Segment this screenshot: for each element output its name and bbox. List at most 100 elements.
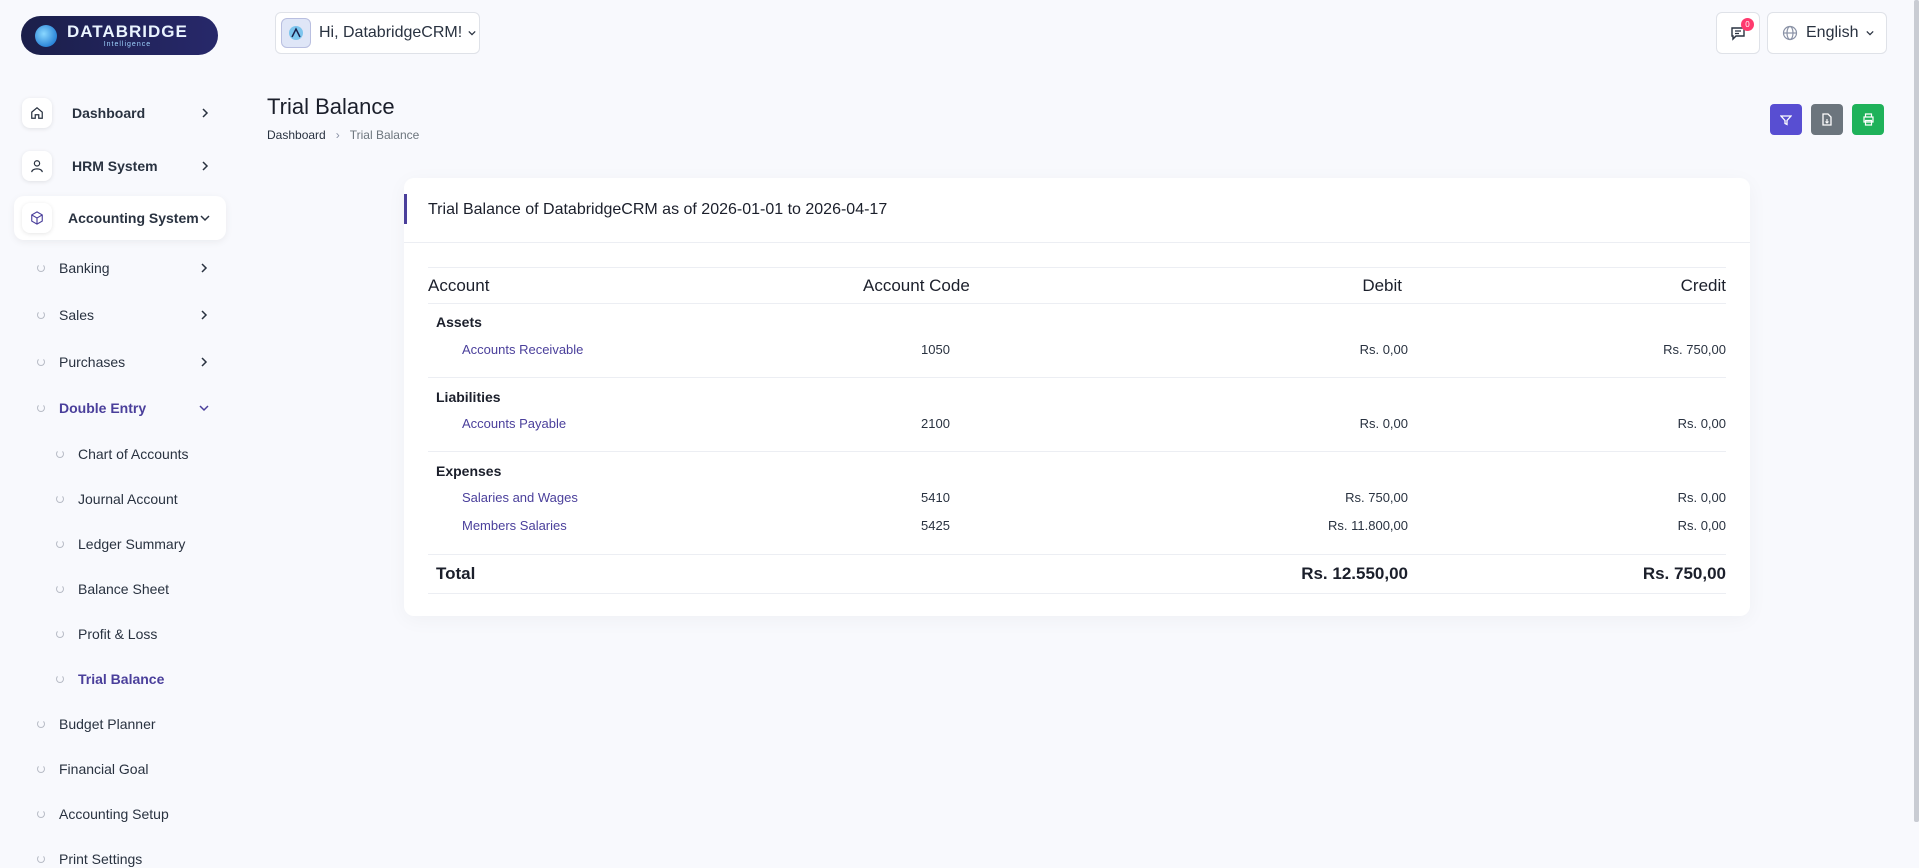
sidebar-item-label: Chart of Accounts [78,446,189,462]
sidebar-item-financial-goal[interactable]: Financial Goal [37,758,149,780]
sidebar-item-label: Budget Planner [59,716,156,732]
breadcrumb-separator-icon: › [335,128,340,142]
sidebar-item-label: Purchases [59,354,126,370]
sidebar-item-purchases[interactable]: Purchases [37,351,209,373]
group-title: Assets [436,314,482,330]
card-header: Trial Balance of DatabridgeCRM as of 202… [404,178,1750,243]
account-link[interactable]: Salaries and Wages [462,490,578,505]
debit-value: Rs. 750,00 [1345,490,1408,505]
chevron-right-icon [202,108,209,118]
debit-value: Rs. 0,00 [1359,342,1408,357]
bullet-icon [37,765,45,773]
debit-value: Rs. 0,00 [1359,416,1408,431]
sidebar-item-hrm[interactable]: HRM System [14,144,226,188]
sidebar-item-chart-of-accounts[interactable]: Chart of Accounts [56,443,189,465]
sidebar-item-double-entry[interactable]: Double Entry [37,397,209,419]
file-export-icon [1822,113,1832,126]
column-header-debit: Debit [1362,276,1402,295]
chevron-down-icon [468,30,476,36]
account-link[interactable]: Accounts Payable [462,416,566,431]
table-row: Accounts Receivable 1050 Rs. 0,00 Rs. 75… [428,342,1726,362]
sidebar-item-print-settings[interactable]: Print Settings [37,848,142,868]
bullet-icon [56,585,64,593]
sidebar-item-dashboard[interactable]: Dashboard [14,91,226,135]
bullet-icon [37,404,45,412]
sidebar-item-sales[interactable]: Sales [37,304,209,326]
sidebar-item-label: HRM System [72,158,158,174]
logo-subtitle: Intelligence [103,40,152,48]
sidebar-item-accounting[interactable]: Accounting System [14,196,226,240]
sidebar-item-accounting-setup[interactable]: Accounting Setup [37,803,169,825]
account-group-liabilities: Liabilities Accounts Payable 2100 Rs. 0,… [428,378,1726,452]
sidebar-item-label: Accounting Setup [59,806,169,822]
debit-value: Rs. 11.800,00 [1328,518,1408,533]
bullet-icon [56,630,64,638]
group-title: Liabilities [436,389,501,405]
chevron-down-icon [200,215,210,222]
sidebar-item-label: Financial Goal [59,761,149,777]
filter-button[interactable] [1770,104,1802,135]
sidebar-item-trial-balance[interactable]: Trial Balance [56,668,164,690]
account-group-expenses: Expenses Salaries and Wages 5410 Rs. 750… [428,452,1726,555]
user-menu-button[interactable]: Hi, DatabridgeCRM! [275,12,480,54]
sidebar-item-label: Banking [59,260,110,276]
account-link[interactable]: Members Salaries [462,518,567,533]
bullet-icon [56,675,64,683]
sidebar-item-budget-planner[interactable]: Budget Planner [37,713,156,735]
sidebar-item-label: Trial Balance [78,671,165,687]
bullet-icon [56,450,64,458]
group-title: Expenses [436,463,502,479]
sidebar-item-label: Double Entry [59,400,147,416]
credit-value: Rs. 0,00 [1677,490,1726,505]
bullet-icon [37,311,45,319]
breadcrumb: Dashboard › Trial Balance [267,128,419,142]
account-code: 2100 [921,416,950,431]
chevron-right-icon [201,263,208,273]
table-row: Accounts Payable 2100 Rs. 0,00 Rs. 0,00 [428,416,1726,436]
column-header-account: Account [428,276,490,295]
user-greeting: Hi, DatabridgeCRM! [319,24,463,41]
sidebar-item-journal-account[interactable]: Journal Account [56,488,178,510]
sidebar-item-label: Ledger Summary [78,536,186,552]
avatar [281,18,311,48]
table-row: Members Salaries 5425 Rs. 11.800,00 Rs. … [428,518,1726,538]
export-button[interactable] [1811,104,1843,135]
brand-logo[interactable]: DATABRIDGE Intelligence [21,16,218,55]
sidebar-item-label: Dashboard [72,105,146,121]
sidebar-item-profit-loss[interactable]: Profit & Loss [56,623,157,645]
account-group-assets: Assets Accounts Receivable 1050 Rs. 0,00… [428,304,1726,378]
sidebar-item-balance-sheet[interactable]: Balance Sheet [56,578,169,600]
sidebar-item-label: Accounting System [68,210,199,226]
total-debit: Rs. 12.550,00 [1301,564,1408,583]
sidebar-item-label: Journal Account [78,491,178,507]
notification-count-badge: 0 [1741,18,1754,31]
table-row: Salaries and Wages 5410 Rs. 750,00 Rs. 0… [428,490,1726,510]
box-icon [22,203,52,233]
sidebar-item-label: Print Settings [59,851,143,867]
breadcrumb-home-link[interactable]: Dashboard [267,128,326,142]
trial-balance-card: Trial Balance of DatabridgeCRM as of 202… [404,178,1750,616]
account-link[interactable]: Accounts Receivable [462,342,583,357]
bullet-icon [37,855,45,863]
column-header-code: Account Code [863,276,970,295]
account-code: 5410 [921,490,950,505]
total-row: Total Rs. 12.550,00 Rs. 750,00 [428,555,1726,594]
bullet-icon [37,720,45,728]
print-button[interactable] [1852,104,1884,135]
bullet-icon [56,540,64,548]
sidebar-item-banking[interactable]: Banking [37,257,209,279]
user-icon [22,151,52,181]
language-label: English [1806,24,1859,41]
page-scrollbar[interactable] [1914,0,1919,822]
logo-mark-icon [35,24,57,47]
bullet-icon [37,264,45,272]
sidebar-item-ledger-summary[interactable]: Ledger Summary [56,533,185,555]
bullet-icon [37,810,45,818]
chevron-right-icon [201,357,208,367]
notification-button[interactable]: 0 [1716,12,1760,54]
bullet-icon [37,358,45,366]
language-selector[interactable]: English [1767,12,1887,54]
trial-balance-table: Account Account Code Debit Credit Assets… [428,267,1726,594]
credit-value: Rs. 750,00 [1663,342,1726,357]
chevron-down-icon [199,405,209,412]
